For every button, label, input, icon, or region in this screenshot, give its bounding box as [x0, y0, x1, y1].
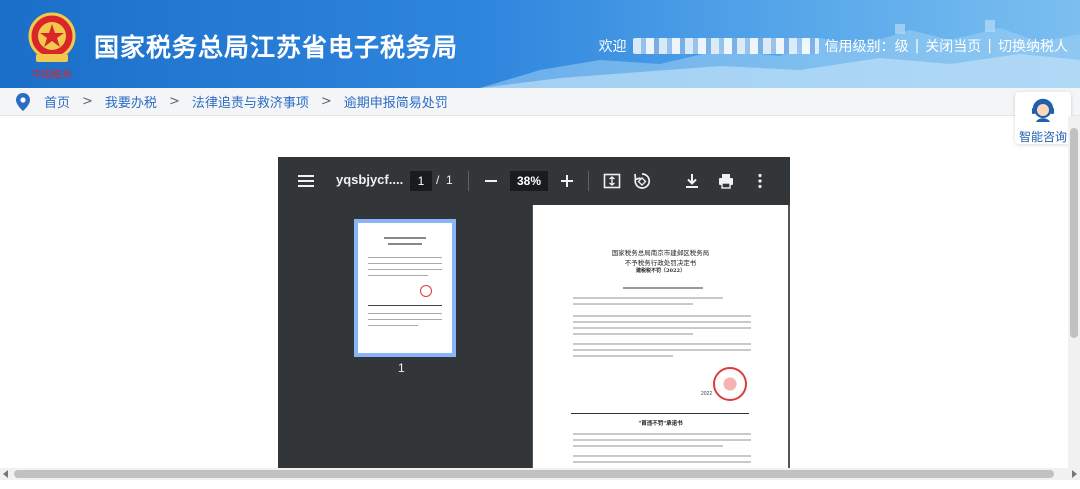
zoom-level-input[interactable]: 38%	[510, 171, 548, 191]
switch-taxpayer-link[interactable]: 切换纳税人	[998, 36, 1068, 56]
text-line	[573, 461, 751, 463]
breadcrumb-tax-handling[interactable]: 我要办税	[105, 92, 157, 111]
site-title: 国家税务总局江苏省电子税务局	[94, 33, 459, 62]
breadcrumb-current[interactable]: 逾期申报简易处罚	[344, 92, 448, 111]
close-page-link[interactable]: 关闭当页	[925, 36, 981, 56]
horizontal-scrollbar[interactable]	[0, 468, 1080, 480]
location-pin-icon	[16, 92, 30, 111]
text-line	[573, 333, 693, 335]
breadcrumb: 首页 > 我要办税 > 法律追责与救济事项 > 逾期申报简易处罚	[0, 88, 1080, 116]
page-thumbnail[interactable]	[354, 219, 456, 357]
zoom-in-icon[interactable]	[557, 171, 577, 191]
download-icon[interactable]	[682, 171, 702, 191]
rotate-icon[interactable]	[632, 171, 652, 191]
doc-number: 建税税不罚〔2022〕	[636, 268, 685, 274]
customer-service-icon	[1032, 98, 1054, 122]
text-line	[573, 439, 751, 441]
horizontal-scroll-thumb[interactable]	[14, 470, 1054, 478]
stamp-date: 2022	[701, 391, 713, 397]
pdf-filename: yqsbjycf....	[336, 172, 404, 187]
pdf-page: 国家税务总局南京市建邺区税务局 不予税务行政处罚决定书 建税税不罚〔2022〕 …	[533, 205, 788, 469]
text-line	[573, 349, 751, 351]
text-line	[573, 315, 751, 317]
toolbar-divider	[588, 171, 589, 191]
text-line	[573, 433, 751, 435]
divider: |	[914, 38, 920, 54]
divider: |	[987, 38, 992, 54]
site-header: 中国税务 国家税务总局江苏省电子税务局 欢迎 信用级别： 级 | 关闭当页 | …	[0, 0, 1080, 88]
print-icon[interactable]	[716, 171, 736, 191]
credit-value: 级	[894, 39, 909, 55]
tax-emblem-logo: 中国税务	[28, 12, 76, 81]
more-options-icon[interactable]	[750, 171, 770, 191]
total-pages: 1	[446, 173, 453, 187]
pdf-viewer: yqsbjycf.... 1 / 1 38% 1 国家税务总局南京市建邺区税务局…	[278, 157, 790, 469]
menu-icon[interactable]	[296, 171, 316, 191]
fit-page-icon[interactable]	[602, 171, 622, 191]
doc-title-line-1: 国家税务总局南京市建邺区税务局	[611, 249, 710, 257]
breadcrumb-separator: >	[168, 94, 180, 109]
text-line	[573, 445, 723, 447]
breadcrumb-legal-relief[interactable]: 法律追责与救济事项	[192, 92, 309, 111]
breadcrumb-separator: >	[320, 94, 332, 109]
text-line	[573, 355, 673, 357]
breadcrumb-home[interactable]: 首页	[44, 92, 70, 111]
toolbar-divider	[468, 171, 469, 191]
pdf-toolbar: yqsbjycf.... 1 / 1 38%	[278, 157, 790, 205]
text-line	[573, 455, 751, 457]
credit-label: 信用级别：	[824, 39, 895, 55]
text-line	[573, 327, 751, 329]
doc-title-line-2: 不予税务行政处罚决定书	[624, 259, 697, 267]
scroll-left-arrow-icon[interactable]	[3, 470, 8, 478]
welcome-text: 欢迎	[598, 39, 627, 55]
page-separator: /	[436, 173, 440, 187]
vertical-scroll-thumb[interactable]	[1070, 128, 1078, 338]
thumbnail-page-number: 1	[398, 361, 405, 375]
text-line	[623, 287, 703, 289]
page-number-input[interactable]: 1	[410, 171, 432, 191]
vertical-scrollbar[interactable]	[1068, 116, 1080, 468]
zoom-out-icon[interactable]	[481, 171, 501, 191]
text-line	[573, 303, 693, 305]
breadcrumb-separator: >	[82, 94, 93, 109]
user-bar: 欢迎 信用级别： 级 | 关闭当页 | 切换纳税人	[599, 36, 1068, 56]
section-title: "首违不罚"承诺书	[638, 421, 683, 427]
section-divider	[571, 413, 749, 414]
scroll-right-arrow-icon[interactable]	[1072, 470, 1077, 478]
text-line	[573, 297, 723, 299]
smart-consult-label: 智能咨询	[1018, 130, 1067, 144]
text-line	[573, 343, 751, 345]
masked-username	[632, 38, 819, 54]
official-seal-stamp	[713, 367, 747, 401]
smart-consult-button[interactable]: 智能咨询	[1015, 92, 1071, 144]
thumbnail-sidebar: 1	[278, 205, 532, 469]
logo-lettering: 中国税务	[32, 68, 72, 81]
text-line	[573, 321, 751, 323]
